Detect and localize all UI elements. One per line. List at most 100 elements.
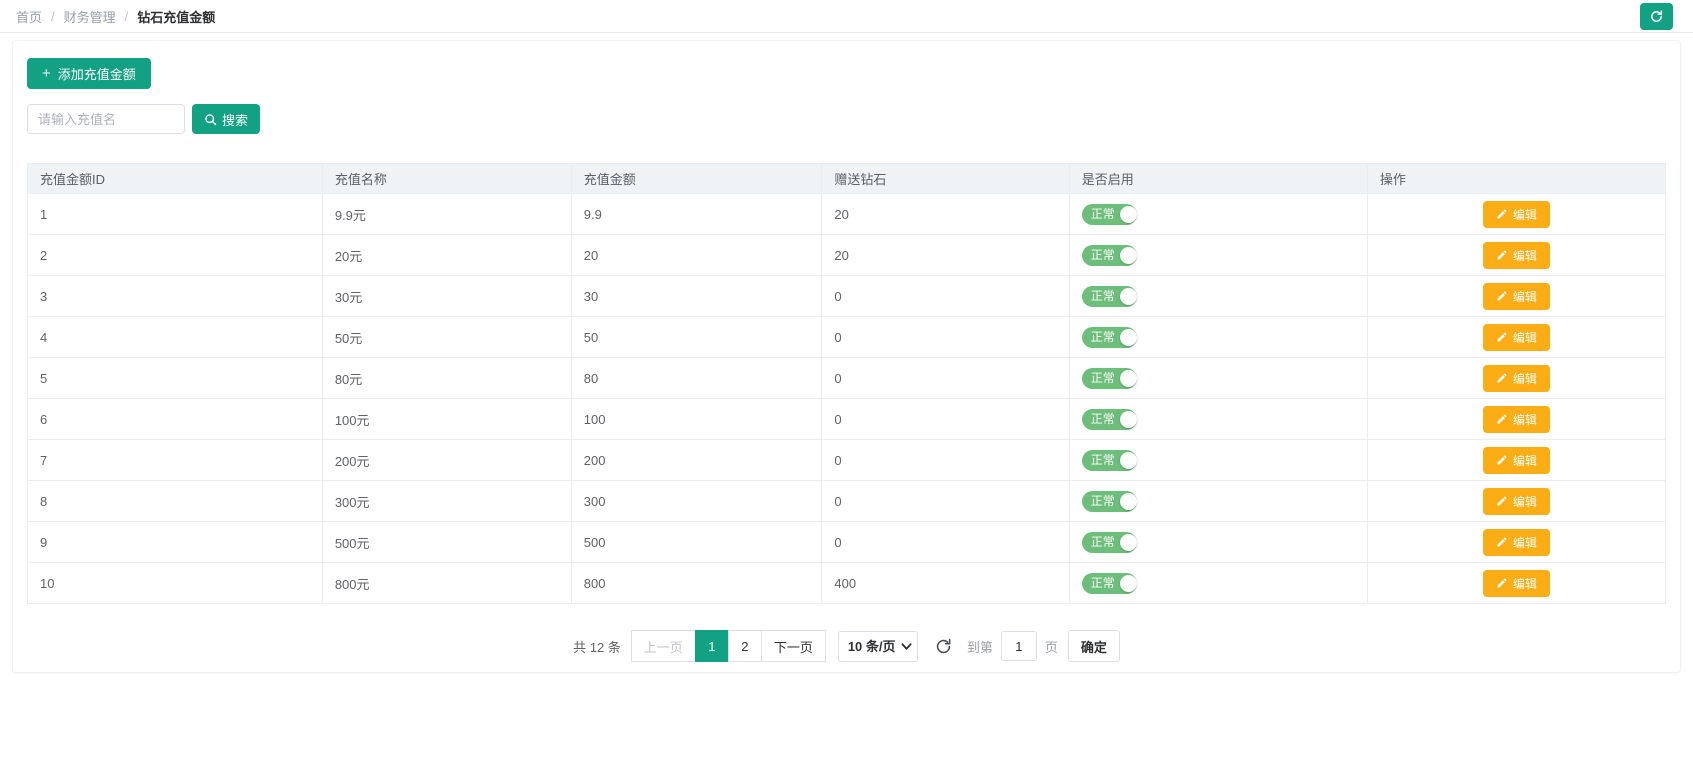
edit-button-label: 编辑 <box>1513 493 1537 510</box>
cell-diamonds: 0 <box>822 481 1069 522</box>
cell-id: 8 <box>28 481 323 522</box>
breadcrumb-separator: / <box>51 9 55 24</box>
pencil-icon <box>1496 454 1508 466</box>
cell-diamonds: 20 <box>822 235 1069 276</box>
status-toggle[interactable]: 正常 <box>1082 450 1137 471</box>
search-button[interactable]: 搜索 <box>192 104 260 134</box>
edit-button[interactable]: 编辑 <box>1483 488 1550 515</box>
breadcrumb-home[interactable]: 首页 <box>16 7 42 26</box>
refresh-icon <box>934 637 953 656</box>
edit-button[interactable]: 编辑 <box>1483 324 1550 351</box>
search-input[interactable] <box>27 104 185 134</box>
page-size-select-wrap: 10 条/页 <box>838 631 918 662</box>
cell-diamonds: 0 <box>822 358 1069 399</box>
column-header-amount: 充值金额 <box>571 164 822 194</box>
cell-name: 50元 <box>322 317 571 358</box>
edit-button[interactable]: 编辑 <box>1483 201 1550 228</box>
goto-page-input[interactable] <box>1001 631 1037 661</box>
cell-id: 7 <box>28 440 323 481</box>
edit-button[interactable]: 编辑 <box>1483 447 1550 474</box>
pencil-icon <box>1496 290 1508 302</box>
status-toggle[interactable]: 正常 <box>1082 368 1137 389</box>
cell-name: 20元 <box>322 235 571 276</box>
status-toggle[interactable]: 正常 <box>1082 204 1137 225</box>
cell-diamonds: 0 <box>822 317 1069 358</box>
page-button-1[interactable]: 1 <box>695 630 729 662</box>
table-row: 2 20元 20 20 正常 编辑 <box>28 235 1666 276</box>
search-icon <box>204 113 217 126</box>
next-page-button[interactable]: 下一页 <box>761 630 826 662</box>
edit-button[interactable]: 编辑 <box>1483 242 1550 269</box>
cell-amount: 20 <box>571 235 822 276</box>
page-unit-label: 页 <box>1045 637 1058 656</box>
table-header-row: 充值金额ID 充值名称 充值金额 赠送钻石 是否启用 操作 <box>28 164 1666 194</box>
cell-action: 编辑 <box>1367 317 1665 358</box>
status-toggle[interactable]: 正常 <box>1082 245 1137 266</box>
pencil-icon <box>1496 536 1508 548</box>
toggle-knob <box>1120 247 1137 264</box>
cell-action: 编辑 <box>1367 276 1665 317</box>
edit-button[interactable]: 编辑 <box>1483 283 1550 310</box>
status-toggle[interactable]: 正常 <box>1082 532 1137 553</box>
pencil-icon <box>1496 372 1508 384</box>
cell-name: 500元 <box>322 522 571 563</box>
edit-button-label: 编辑 <box>1513 452 1537 469</box>
status-toggle[interactable]: 正常 <box>1082 409 1137 430</box>
cell-id: 9 <box>28 522 323 563</box>
edit-button-label: 编辑 <box>1513 247 1537 264</box>
status-toggle-label: 正常 <box>1091 208 1115 220</box>
refresh-list-button[interactable] <box>934 637 953 656</box>
cell-name: 800元 <box>322 563 571 604</box>
cell-id: 10 <box>28 563 323 604</box>
edit-button[interactable]: 编辑 <box>1483 529 1550 556</box>
edit-button[interactable]: 编辑 <box>1483 365 1550 392</box>
status-toggle[interactable]: 正常 <box>1082 573 1137 594</box>
cell-status: 正常 <box>1069 481 1367 522</box>
table-row: 5 80元 80 0 正常 编辑 <box>28 358 1666 399</box>
cell-amount: 800 <box>571 563 822 604</box>
cell-amount: 100 <box>571 399 822 440</box>
breadcrumb: 首页 / 财务管理 / 钻石充值金额 <box>16 7 215 26</box>
search-row: 搜索 <box>27 104 1666 134</box>
status-toggle-label: 正常 <box>1091 372 1115 384</box>
page-size-select[interactable]: 10 条/页 <box>838 631 918 662</box>
cell-id: 3 <box>28 276 323 317</box>
prev-page-button[interactable]: 上一页 <box>631 630 696 662</box>
edit-button[interactable]: 编辑 <box>1483 406 1550 433</box>
column-header-enabled: 是否启用 <box>1069 164 1367 194</box>
cell-amount: 30 <box>571 276 822 317</box>
status-toggle-label: 正常 <box>1091 331 1115 343</box>
page-button-2[interactable]: 2 <box>728 630 762 662</box>
column-header-actions: 操作 <box>1367 164 1665 194</box>
status-toggle[interactable]: 正常 <box>1082 491 1137 512</box>
cell-status: 正常 <box>1069 358 1367 399</box>
page-refresh-button[interactable] <box>1640 3 1673 30</box>
breadcrumb-finance[interactable]: 财务管理 <box>64 7 116 26</box>
toggle-knob <box>1120 493 1137 510</box>
edit-button[interactable]: 编辑 <box>1483 570 1550 597</box>
add-recharge-button[interactable]: + 添加充值金额 <box>27 58 151 89</box>
table-body: 1 9.9元 9.9 20 正常 编辑 2 20元 20 20 <box>28 194 1666 604</box>
cell-status: 正常 <box>1069 440 1367 481</box>
cell-amount: 200 <box>571 440 822 481</box>
topbar: 首页 / 财务管理 / 钻石充值金额 <box>0 0 1693 33</box>
cell-action: 编辑 <box>1367 358 1665 399</box>
edit-button-label: 编辑 <box>1513 288 1537 305</box>
status-toggle-label: 正常 <box>1091 413 1115 425</box>
cell-amount: 9.9 <box>571 194 822 235</box>
edit-button-label: 编辑 <box>1513 329 1537 346</box>
cell-id: 4 <box>28 317 323 358</box>
cell-status: 正常 <box>1069 399 1367 440</box>
cell-name: 200元 <box>322 440 571 481</box>
cell-action: 编辑 <box>1367 440 1665 481</box>
confirm-button[interactable]: 确定 <box>1068 630 1120 662</box>
status-toggle-label: 正常 <box>1091 536 1115 548</box>
cell-id: 2 <box>28 235 323 276</box>
status-toggle[interactable]: 正常 <box>1082 286 1137 307</box>
pencil-icon <box>1496 249 1508 261</box>
table-row: 3 30元 30 0 正常 编辑 <box>28 276 1666 317</box>
table-row: 10 800元 800 400 正常 编辑 <box>28 563 1666 604</box>
plus-icon: + <box>42 66 51 81</box>
table-row: 8 300元 300 0 正常 编辑 <box>28 481 1666 522</box>
status-toggle[interactable]: 正常 <box>1082 327 1137 348</box>
